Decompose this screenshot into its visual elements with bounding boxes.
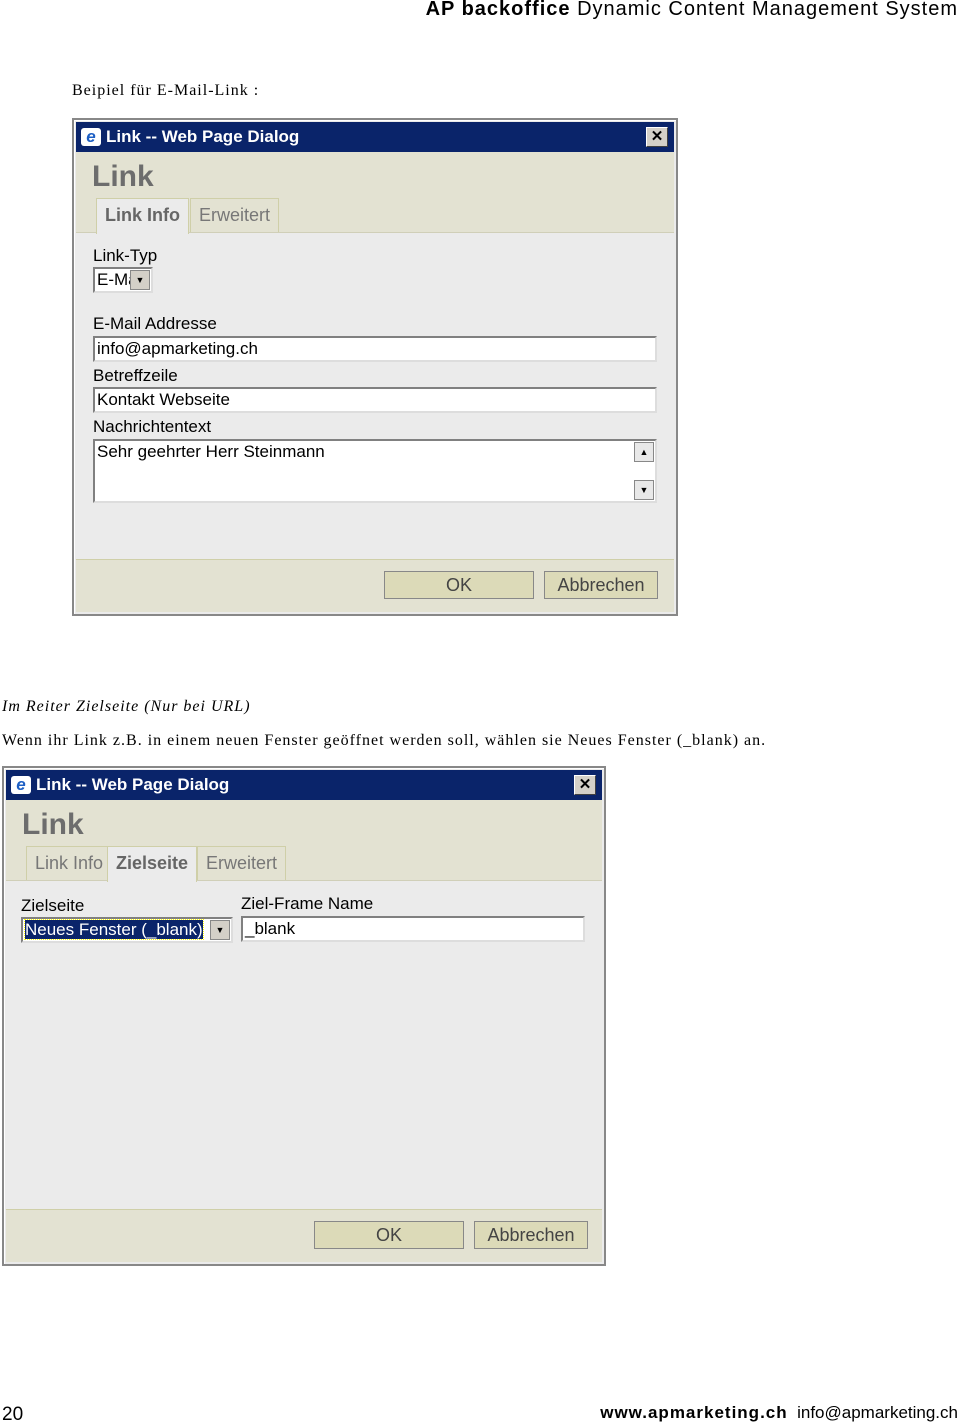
body-value: Sehr geehrter Herr Steinmann [97,442,325,461]
subject-field[interactable]: Kontakt Webseite [93,387,657,413]
link-dialog-target: e Link -- Web Page Dialog ✕ Link Link In… [2,766,606,1266]
tab-erweitert[interactable]: Erweitert [197,846,287,880]
intro-text: Beipiel für E-Mail-Link : [72,82,260,99]
brand: AP backoffice [425,0,571,20]
dialog-header: Link Link Info Zielseite Erweitert [6,800,602,882]
email-label: E-Mail Addresse [93,314,217,333]
tab-link-info[interactable]: Link Info [26,846,113,880]
header-subtitle: Dynamic Content Management System [577,0,958,20]
ok-button[interactable]: OK [384,571,534,599]
page-number: 20 [2,1404,24,1425]
tab-erweitert[interactable]: Erweitert [190,198,280,232]
link-type-select[interactable]: E-Mail ▼ [93,267,153,293]
close-icon[interactable]: ✕ [646,127,668,147]
ie-icon: e [11,776,31,794]
target-select[interactable]: Neues Fenster (_blank) ▼ [21,917,233,943]
dialog-footer: OK Abbrechen [6,1209,602,1262]
tab-link-info[interactable]: Link Info [96,198,189,234]
footer-website: www.apmarketing.ch [600,1403,788,1422]
page-header: AP backoffice Dynamic Content Management… [426,0,958,21]
footer-email: info@apmarketing.ch [797,1403,958,1422]
email-field[interactable]: info@apmarketing.ch [93,336,657,362]
close-icon[interactable]: ✕ [574,775,596,795]
page-footer: www.apmarketing.ch info@apmarketing.ch [600,1403,958,1423]
scroll-down-icon[interactable]: ▼ [634,480,654,500]
ok-button[interactable]: OK [314,1221,464,1249]
section-title: Im Reiter Zielseite (Nur bei URL) [2,698,251,715]
dialog-title: Link -- Web Page Dialog [36,775,230,794]
tab-zielseite[interactable]: Zielseite [107,846,198,882]
body-textarea[interactable]: Sehr geehrter Herr Steinmann ▲ ▼ [93,439,657,503]
dialog-heading: Link [22,808,84,841]
chevron-down-icon[interactable]: ▼ [130,270,150,290]
scroll-up-icon[interactable]: ▲ [634,442,654,462]
title-bar: e Link -- Web Page Dialog ✕ [6,770,602,800]
chevron-down-icon[interactable]: ▼ [210,920,230,940]
frame-label: Ziel-Frame Name [241,894,374,913]
dialog-title: Link -- Web Page Dialog [106,127,300,146]
section-text: Wenn ihr Link z.B. in einem neuen Fenste… [2,732,767,749]
subject-label: Betreffzeile [93,366,178,385]
link-type-label: Link-Typ [93,246,158,265]
link-dialog-email: e Link -- Web Page Dialog ✕ Link Link In… [72,118,678,616]
title-bar: e Link -- Web Page Dialog ✕ [76,122,674,152]
ie-icon: e [81,128,101,146]
dialog-footer: OK Abbrechen [76,559,674,612]
body-label: Nachrichtentext [93,417,212,436]
cancel-button[interactable]: Abbrechen [544,571,658,599]
document-page: AP backoffice Dynamic Content Management… [0,0,960,1427]
dialog-header: Link Link Info Erweitert [76,152,674,234]
target-value: Neues Fenster (_blank) [24,919,204,940]
dialog-heading: Link [92,160,154,193]
target-label: Zielseite [21,896,85,915]
cancel-button[interactable]: Abbrechen [474,1221,588,1249]
frame-name-field[interactable]: _blank [241,916,585,942]
